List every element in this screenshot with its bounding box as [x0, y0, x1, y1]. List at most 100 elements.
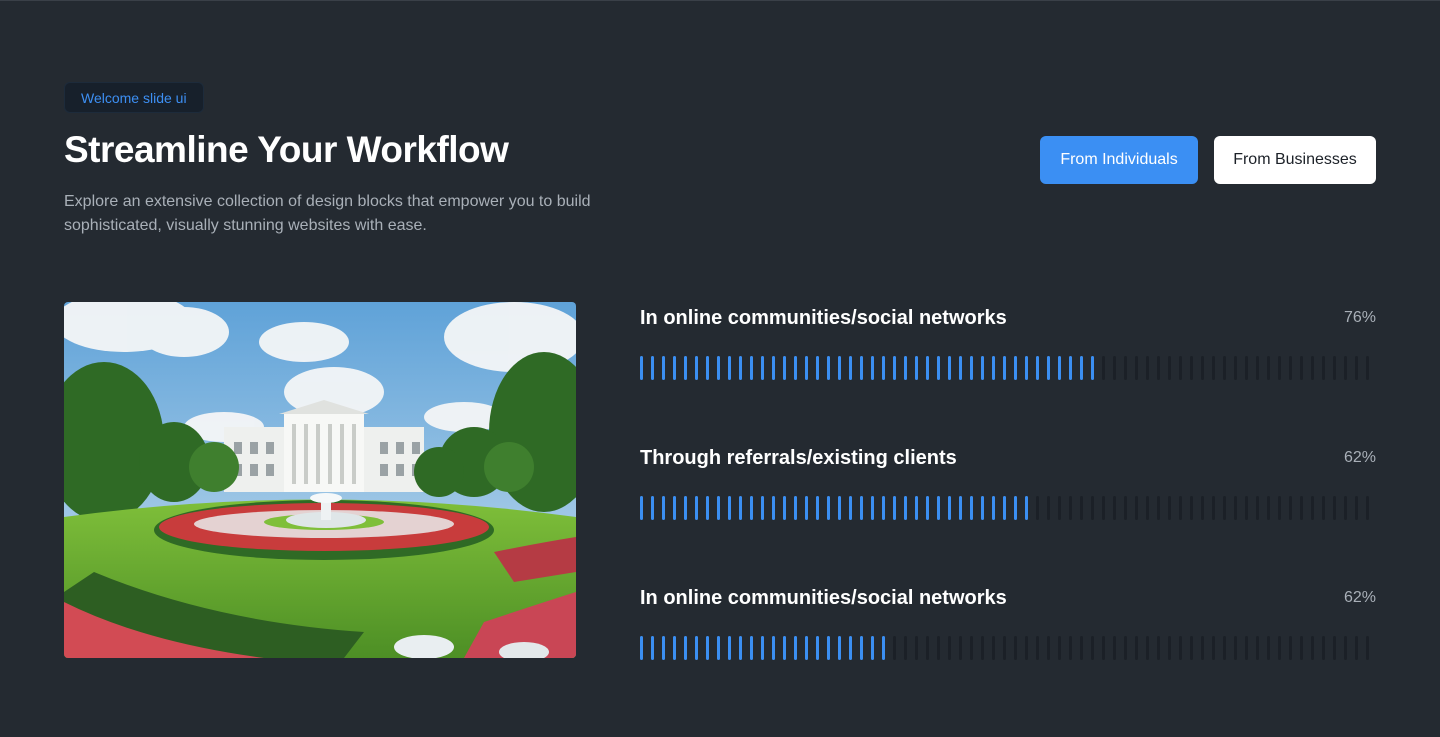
progress-tick-filled: [915, 496, 918, 520]
progress-tick-filled: [695, 356, 698, 380]
progress-tick-filled: [684, 496, 687, 520]
progress-tick-empty: [1080, 496, 1083, 520]
progress-tick-filled: [893, 356, 896, 380]
progress-tick-filled: [805, 356, 808, 380]
progress-tick-filled: [1003, 496, 1006, 520]
progress-tick-filled: [673, 636, 676, 660]
progress-tick-empty: [1355, 356, 1358, 380]
progress-tick-empty: [981, 636, 984, 660]
progress-bar: [640, 636, 1376, 660]
progress-tick-filled: [673, 496, 676, 520]
progress-tick-empty: [1300, 636, 1303, 660]
progress-tick-empty: [1025, 636, 1028, 660]
progress-tick-empty: [1333, 636, 1336, 660]
progress-tick-filled: [860, 496, 863, 520]
progress-tick-filled: [827, 636, 830, 660]
progress-tick-filled: [662, 496, 665, 520]
progress-tick-filled: [849, 636, 852, 660]
progress-tick-filled: [1014, 356, 1017, 380]
progress-tick-filled: [651, 496, 654, 520]
stat-label: Through referrals/existing clients: [640, 447, 957, 469]
progress-tick-filled: [728, 636, 731, 660]
progress-tick-filled: [662, 636, 665, 660]
progress-tick-empty: [1168, 496, 1171, 520]
progress-tick-empty: [1245, 636, 1248, 660]
progress-tick-empty: [1179, 356, 1182, 380]
progress-tick-filled: [761, 636, 764, 660]
progress-tick-filled: [1047, 356, 1050, 380]
progress-tick-empty: [1014, 636, 1017, 660]
progress-tick-empty: [1157, 356, 1160, 380]
progress-tick-empty: [1124, 496, 1127, 520]
progress-tick-filled: [816, 496, 819, 520]
page-subtitle: Explore an extensive collection of desig…: [64, 193, 591, 234]
progress-tick-empty: [1245, 356, 1248, 380]
progress-tick-empty: [1322, 496, 1325, 520]
progress-tick-filled: [1014, 496, 1017, 520]
progress-tick-filled: [871, 356, 874, 380]
progress-tick-filled: [783, 496, 786, 520]
progress-tick-filled: [651, 356, 654, 380]
progress-tick-empty: [1212, 356, 1215, 380]
progress-tick-filled: [640, 496, 643, 520]
progress-tick-filled: [695, 496, 698, 520]
progress-tick-empty: [1212, 496, 1215, 520]
progress-tick-filled: [860, 356, 863, 380]
progress-bar: [640, 496, 1376, 520]
progress-tick-empty: [1344, 356, 1347, 380]
progress-tick-filled: [1003, 356, 1006, 380]
progress-tick-filled: [783, 636, 786, 660]
progress-tick-empty: [1003, 636, 1006, 660]
progress-tick-empty: [926, 636, 929, 660]
progress-tick-empty: [1355, 636, 1358, 660]
progress-tick-filled: [882, 496, 885, 520]
progress-tick-empty: [1146, 496, 1149, 520]
progress-tick-filled: [805, 636, 808, 660]
progress-tick-empty: [1366, 496, 1369, 520]
progress-tick-filled: [772, 496, 775, 520]
progress-tick-filled: [937, 356, 940, 380]
progress-tick-empty: [1190, 356, 1193, 380]
progress-tick-filled: [1058, 356, 1061, 380]
progress-tick-empty: [1201, 356, 1204, 380]
progress-tick-filled: [904, 496, 907, 520]
progress-tick-empty: [1234, 636, 1237, 660]
progress-tick-empty: [1058, 636, 1061, 660]
progress-tick-empty: [1245, 496, 1248, 520]
progress-tick-filled: [794, 496, 797, 520]
progress-tick-empty: [1069, 636, 1072, 660]
progress-tick-filled: [838, 356, 841, 380]
progress-tick-empty: [1113, 496, 1116, 520]
progress-tick-filled: [926, 496, 929, 520]
progress-tick-filled: [640, 356, 643, 380]
stat-label: In online communities/social networks: [640, 307, 1007, 329]
progress-tick-filled: [827, 356, 830, 380]
progress-tick-filled: [717, 636, 720, 660]
progress-tick-filled: [794, 636, 797, 660]
progress-tick-empty: [1223, 636, 1226, 660]
progress-tick-empty: [1223, 356, 1226, 380]
progress-tick-filled: [904, 356, 907, 380]
progress-tick-empty: [1256, 356, 1259, 380]
progress-tick-empty: [1135, 496, 1138, 520]
progress-tick-filled: [750, 496, 753, 520]
progress-tick-empty: [1300, 356, 1303, 380]
from-businesses-button[interactable]: From Businesses: [1214, 136, 1376, 184]
progress-tick-empty: [1201, 496, 1204, 520]
progress-tick-filled: [838, 636, 841, 660]
progress-tick-filled: [948, 496, 951, 520]
progress-tick-empty: [1278, 636, 1281, 660]
from-individuals-button[interactable]: From Individuals: [1040, 136, 1198, 184]
progress-tick-filled: [937, 496, 940, 520]
progress-tick-filled: [915, 356, 918, 380]
progress-tick-filled: [1080, 356, 1083, 380]
progress-tick-filled: [1069, 356, 1072, 380]
progress-tick-filled: [761, 356, 764, 380]
progress-tick-filled: [893, 496, 896, 520]
progress-tick-empty: [1256, 636, 1259, 660]
progress-tick-filled: [739, 496, 742, 520]
progress-tick-empty: [1344, 636, 1347, 660]
progress-tick-empty: [1047, 496, 1050, 520]
progress-tick-filled: [882, 356, 885, 380]
progress-tick-filled: [717, 356, 720, 380]
